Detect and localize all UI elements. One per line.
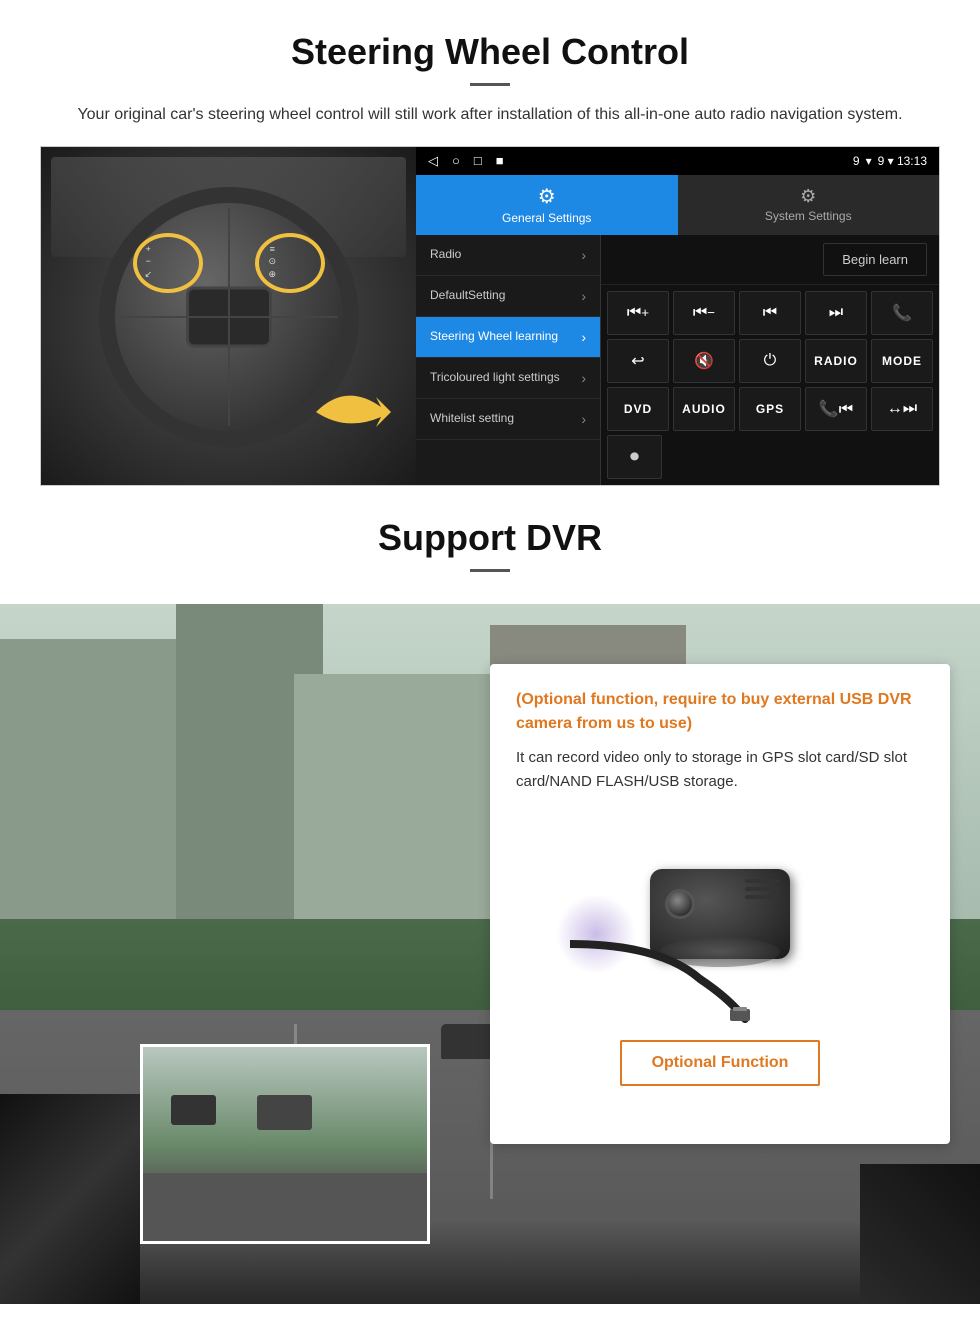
menu-item-radio[interactable]: Radio ›	[416, 235, 600, 276]
dvr-bg-photo: (Optional function, require to buy exter…	[0, 604, 980, 1304]
dvr-title-divider	[470, 569, 510, 572]
ctrl-extra[interactable]: ↔⏭	[871, 387, 933, 431]
tab-general[interactable]: ⚙ General Settings	[416, 175, 678, 235]
menu-item-steering-learning[interactable]: Steering Wheel learning ›	[416, 317, 600, 358]
menu-item-defaultsetting[interactable]: DefaultSetting ›	[416, 276, 600, 317]
begin-learn-row: Begin learn	[601, 235, 939, 285]
chevron-right-icon: ›	[581, 288, 586, 304]
dvr-section: Support DVR	[0, 486, 980, 1304]
ctrl-phone[interactable]: 📞	[871, 291, 933, 335]
menu-item-tricoloured[interactable]: Tricoloured light settings ›	[416, 358, 600, 399]
ctrl-audio[interactable]: AUDIO	[673, 387, 735, 431]
bottom-row: ⏺	[601, 429, 939, 485]
ctrl-next[interactable]: ⏭	[805, 291, 867, 335]
ctrl-mute[interactable]: 🔇	[673, 339, 735, 383]
chevron-right-icon: ›	[581, 329, 586, 345]
ctrl-vol-down[interactable]: ⏮−	[673, 291, 735, 335]
steering-description: Your original car's steering wheel contr…	[60, 102, 920, 128]
steering-section: Steering Wheel Control Your original car…	[0, 0, 980, 486]
dvr-title-area: Support DVR	[0, 486, 980, 604]
begin-learn-button[interactable]: Begin learn	[823, 243, 927, 276]
menu-list: Radio › DefaultSetting › Steering Wheel …	[416, 235, 601, 485]
android-ui: ◁ ○ □ ■ 9 ▾ 9 ▾ 13:13 ⚙ General Settings	[416, 147, 939, 485]
optional-function-btn-container: Optional Function	[516, 1030, 924, 1086]
steering-photo: +−↙ ≡⊙⊕	[41, 147, 416, 486]
steering-photo-bg: +−↙ ≡⊙⊕	[41, 147, 416, 486]
dvr-info-card: (Optional function, require to buy exter…	[490, 664, 950, 1144]
title-divider	[470, 83, 510, 86]
nav-icons: ◁ ○ □ ■	[428, 153, 504, 169]
tab-system[interactable]: ⚙ System Settings	[678, 175, 940, 235]
ctrl-vol-up[interactable]: ⏮+	[607, 291, 669, 335]
sw-right-buttons: ≡⊙⊕	[255, 233, 325, 293]
ctrl-dvd[interactable]: DVD	[607, 387, 669, 431]
menu-icon: ■	[496, 153, 504, 168]
menu-item-whitelist-label: Whitelist setting	[430, 411, 514, 427]
menu-item-tricoloured-label: Tricoloured light settings	[430, 370, 560, 386]
system-icon: ⚙	[800, 186, 816, 207]
back-icon: ◁	[428, 153, 438, 169]
menu-item-whitelist[interactable]: Whitelist setting ›	[416, 399, 600, 440]
ctrl-radio[interactable]: RADIO	[805, 339, 867, 383]
settings-tabs[interactable]: ⚙ General Settings ⚙ System Settings	[416, 175, 939, 235]
ctrl-hangup[interactable]: ↩	[607, 339, 669, 383]
gear-icon: ⚙	[538, 184, 556, 209]
menu-item-radio-label: Radio	[430, 247, 461, 263]
signal-icon: 9	[853, 154, 860, 168]
optional-function-button[interactable]: Optional Function	[620, 1040, 821, 1086]
dvr-desc-text: It can record video only to storage in G…	[516, 746, 924, 794]
tab-general-label: General Settings	[502, 211, 591, 225]
steering-ui-container: +−↙ ≡⊙⊕	[40, 146, 940, 486]
menu-content: Radio › DefaultSetting › Steering Wheel …	[416, 235, 939, 485]
chevron-right-icon: ›	[581, 247, 586, 263]
ctrl-gps[interactable]: GPS	[739, 387, 801, 431]
clock: 9 ▾ 13:13	[878, 154, 927, 168]
camera-inset-view	[140, 1044, 430, 1244]
steering-title: Steering Wheel Control	[40, 30, 940, 73]
status-right: 9 ▾ 9 ▾ 13:13	[853, 154, 927, 168]
menu-item-defaultsetting-label: DefaultSetting	[430, 288, 505, 304]
recent-icon: □	[474, 153, 482, 168]
dvr-title: Support DVR	[40, 516, 940, 559]
ctrl-prev[interactable]: ⏮	[739, 291, 801, 335]
dvr-optional-text: (Optional function, require to buy exter…	[516, 688, 924, 736]
sw-left-buttons: +−↙	[133, 233, 203, 293]
ctrl-power[interactable]: ⏻	[739, 339, 801, 383]
menu-item-steering-label: Steering Wheel learning	[430, 329, 558, 345]
wifi-icon: ▾	[866, 154, 872, 168]
chevron-right-icon: ›	[581, 370, 586, 386]
tab-system-label: System Settings	[765, 209, 852, 223]
usb-cable-icon	[570, 899, 750, 1029]
arrow-icon	[306, 377, 396, 447]
ctrl-rec[interactable]: ⏺	[607, 435, 662, 479]
ctrl-phone-prev[interactable]: 📞⏮	[805, 387, 867, 431]
ctrl-mode[interactable]: MODE	[871, 339, 933, 383]
right-control-panel: Begin learn ⏮+ ⏮− ⏮ ⏭ 📞 ↩ 🔇 ⏻	[601, 235, 939, 485]
status-bar: ◁ ○ □ ■ 9 ▾ 9 ▾ 13:13	[416, 147, 939, 175]
dvr-camera-image	[516, 814, 924, 1014]
home-icon: ○	[452, 153, 460, 168]
chevron-right-icon: ›	[581, 411, 586, 427]
